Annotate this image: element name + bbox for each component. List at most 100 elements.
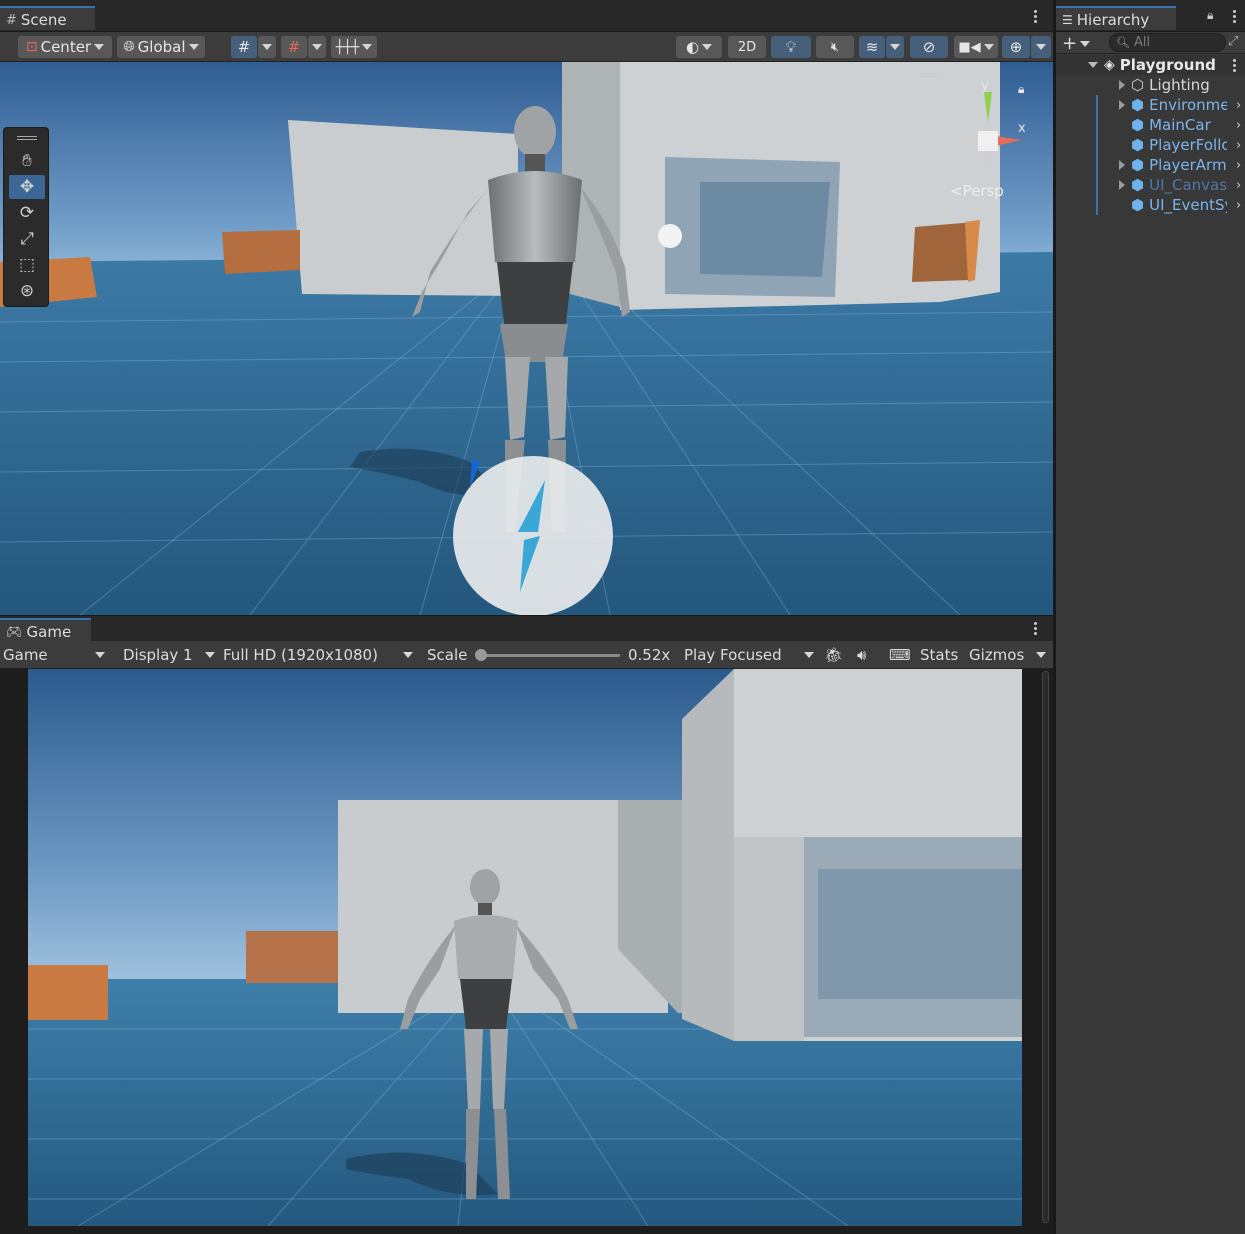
chevron-right-icon xyxy=(1119,100,1125,110)
tool-palette: ✋︎ ✥ ⟳ ⤢ ⬚ ⊛ xyxy=(3,127,49,307)
lighting-toggle[interactable]: 💡︎ xyxy=(771,36,811,58)
gizmos-dropdown[interactable] xyxy=(1031,36,1051,58)
game-viewport[interactable] xyxy=(28,669,1022,1226)
hierarchy-item[interactable]: ⬢ UI_Canvas_ › xyxy=(1056,175,1245,195)
modified-marker xyxy=(1096,95,1098,115)
scene-viewport[interactable]: ✋︎ ✥ ⟳ ⤢ ⬚ ⊛ y x 🔒︎ <Persp xyxy=(0,62,1053,615)
gizmos-dropdown[interactable] xyxy=(1036,641,1046,669)
projection-label: Persp xyxy=(962,182,1004,200)
tab-hierarchy[interactable]: ☰ Hierarchy xyxy=(1056,6,1176,30)
play-mode-dropdown[interactable]: Play Focused xyxy=(684,641,814,669)
snap-icon: # xyxy=(287,38,301,56)
prefab-icon: ⬢ xyxy=(1131,116,1145,134)
hierarchy-item-label: Environme xyxy=(1149,96,1228,114)
hierarchy-item-label: PlayerArma xyxy=(1149,156,1228,174)
scale-value: 0.52x xyxy=(628,646,671,664)
view-dropdown[interactable]: Game xyxy=(3,641,111,669)
chevron-down-icon xyxy=(1036,652,1046,658)
hierarchy-search[interactable]: 🔍︎ All xyxy=(1109,33,1226,52)
scale-tool[interactable]: ⤢ xyxy=(9,227,45,251)
hierarchy-item[interactable]: ⬢ UI_EventSy › xyxy=(1056,195,1245,215)
chevron-right-icon[interactable]: › xyxy=(1236,118,1241,133)
chevron-down-icon xyxy=(403,652,413,658)
chevron-down-icon xyxy=(188,44,199,50)
mode-2d-button[interactable]: 2D xyxy=(728,36,766,58)
transform-icon: ⊛ xyxy=(19,281,35,301)
chevron-down-icon xyxy=(362,44,373,50)
hierarchy-item[interactable]: ⬡ Lighting xyxy=(1056,75,1245,95)
hierarchy-menu-icon[interactable] xyxy=(1233,10,1237,23)
camera-dropdown[interactable]: ■◀︎ xyxy=(954,36,998,58)
chevron-right-icon[interactable]: › xyxy=(1236,178,1241,193)
rect-tool[interactable]: ⬚ xyxy=(9,253,45,277)
root-menu-icon[interactable] xyxy=(1233,59,1237,72)
effects-toggle[interactable]: ≋ xyxy=(859,36,885,58)
move-tool[interactable]: ✥ xyxy=(9,175,45,199)
hierarchy-item-label: MainCar xyxy=(1149,116,1211,134)
orientation-gizmo[interactable]: y x xyxy=(940,74,1040,184)
stats-button[interactable]: Stats xyxy=(920,641,958,669)
hierarchy-item-label: UI_Canvas_ xyxy=(1149,176,1228,194)
hierarchy-item[interactable]: ⬢ PlayerFollo › xyxy=(1056,135,1245,155)
mute-toggle[interactable]: 🔊︎ xyxy=(857,641,875,669)
create-dropdown[interactable]: + xyxy=(1062,33,1091,54)
game-menu-icon[interactable] xyxy=(1034,622,1038,635)
hand-tool[interactable]: ✋︎ xyxy=(9,149,45,173)
gizmos-button[interactable]: Gizmos xyxy=(969,641,1024,669)
hierarchy-item[interactable]: ⬢ PlayerArma › xyxy=(1056,155,1245,175)
effects-dropdown[interactable] xyxy=(886,36,904,58)
overlay-menu-handle[interactable] xyxy=(919,73,939,77)
draw-mode-dropdown[interactable]: ◐ xyxy=(676,36,722,58)
chevron-right-icon[interactable]: › xyxy=(1236,198,1241,213)
lock-icon[interactable]: 🔒︎ xyxy=(1018,82,1024,97)
pivot-dropdown[interactable]: ⊡ Center xyxy=(18,36,112,58)
game-scrollbar[interactable] xyxy=(1042,671,1049,1223)
modified-marker xyxy=(1096,135,1098,155)
hierarchy-item[interactable]: ⬢ Environme › xyxy=(1056,95,1245,115)
space-dropdown[interactable]: 🌐︎ Global xyxy=(117,36,205,58)
debug-toggle[interactable]: 🐞︎ xyxy=(824,641,843,669)
hierarchy-root[interactable]: ◈ Playground xyxy=(1056,55,1245,75)
chevron-down-icon xyxy=(262,44,272,50)
scale-slider-track[interactable] xyxy=(478,654,620,657)
scene-menu-icon[interactable] xyxy=(1034,10,1038,23)
gizmo-y-label: y xyxy=(981,78,989,93)
grid-snap-dropdown[interactable] xyxy=(258,36,276,58)
shading-icon: ◐ xyxy=(685,38,700,56)
resolution-dropdown[interactable]: Full HD (1920x1080) xyxy=(223,641,413,669)
palette-handle[interactable] xyxy=(17,136,37,140)
gizmos-toggle[interactable]: ⊕ xyxy=(1002,36,1030,58)
gameobject-icon: ⬡ xyxy=(1131,76,1145,94)
tab-game-label: Game xyxy=(26,623,72,641)
projection-toggle[interactable]: <Persp xyxy=(950,182,1004,200)
search-options-icon[interactable]: ⤢ xyxy=(1228,34,1238,49)
display-dropdown[interactable]: Display 1 xyxy=(123,641,215,669)
ruler-button[interactable]: ┼┼┼ xyxy=(331,36,377,58)
hierarchy-item-label: PlayerFollo xyxy=(1149,136,1228,154)
rotate-tool[interactable]: ⟳ xyxy=(9,201,45,225)
view-label: Game xyxy=(3,646,48,664)
chevron-down-icon xyxy=(702,44,713,50)
visibility-toggle[interactable]: ⊘ xyxy=(910,36,948,58)
lightbulb-icon: 💡︎ xyxy=(785,38,797,56)
increment-snap-dropdown[interactable] xyxy=(308,36,326,58)
tab-hierarchy-label: Hierarchy xyxy=(1076,11,1150,29)
chevron-right-icon[interactable]: › xyxy=(1236,158,1241,173)
keyboard-toggle[interactable]: ⌨︎ xyxy=(889,641,911,669)
chevron-right-icon[interactable]: › xyxy=(1236,98,1241,113)
chevron-down-icon xyxy=(1080,40,1091,47)
ruler-icon: ┼┼┼ xyxy=(335,39,360,55)
grid-snap-button[interactable]: # xyxy=(231,36,257,58)
tab-game[interactable]: 🎮︎ Game xyxy=(0,618,91,642)
tab-scene[interactable]: # Scene xyxy=(0,6,95,30)
audio-toggle[interactable]: 🔇︎ xyxy=(816,36,854,58)
prefab-icon: ⬢ xyxy=(1131,176,1145,194)
hierarchy-item[interactable]: ⬢ MainCar › xyxy=(1056,115,1245,135)
lock-icon[interactable]: 🔒︎ xyxy=(1207,8,1213,23)
game-render xyxy=(28,669,1022,1226)
scale-slider-thumb[interactable] xyxy=(475,649,487,661)
transform-tool[interactable]: ⊛ xyxy=(9,279,45,303)
globe-icon: 🌐︎ xyxy=(123,39,135,55)
chevron-right-icon[interactable]: › xyxy=(1236,138,1241,153)
increment-snap-button[interactable]: # xyxy=(281,36,307,58)
